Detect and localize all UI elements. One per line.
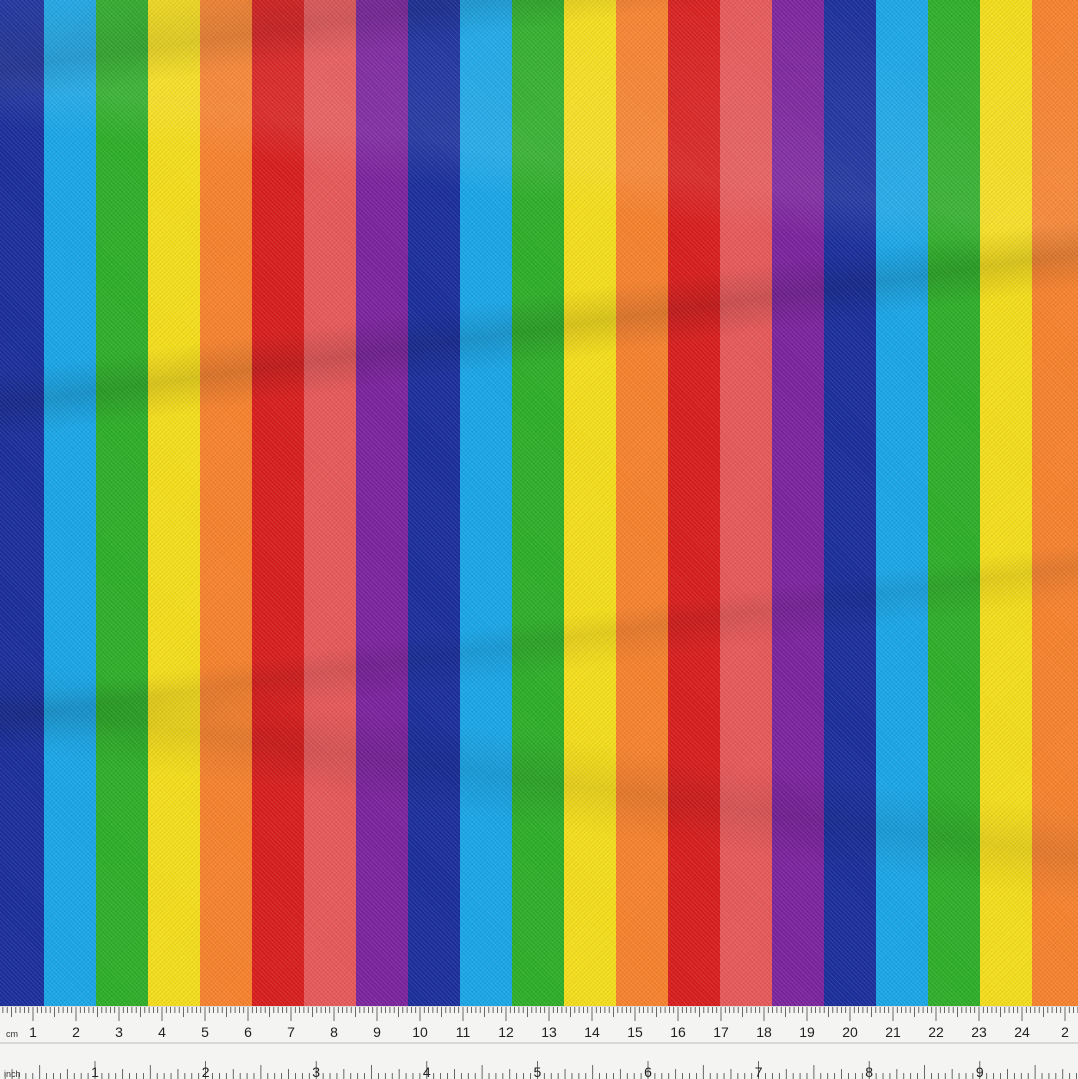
cm-mark-label: 20 xyxy=(842,1024,858,1040)
stripe xyxy=(304,0,356,1006)
cm-mark-label: 2 xyxy=(72,1024,80,1040)
cm-mark-label: 5 xyxy=(201,1024,209,1040)
stripe xyxy=(564,0,616,1006)
stripe xyxy=(96,0,148,1006)
cm-mark-label: 6 xyxy=(244,1024,252,1040)
stripe xyxy=(720,0,772,1006)
stripe xyxy=(928,0,980,1006)
cm-mark-label: 10 xyxy=(412,1024,428,1040)
stripe xyxy=(408,0,460,1006)
cm-scale: 1 2 3 4 5 6 7 8 9 10 11 12 13 14 15 16 17 18 19 20 21 22 23 24 2 xyxy=(0,1007,1078,1044)
cm-mark-label: 17 xyxy=(713,1024,729,1040)
stripe xyxy=(668,0,720,1006)
stripe xyxy=(252,0,304,1006)
cm-mark-label: 11 xyxy=(456,1024,471,1040)
cm-mark-label: 19 xyxy=(799,1024,815,1040)
cm-mark-label: 24 xyxy=(1014,1024,1030,1040)
ruler-graphic: cm inch 1 2 3 4 5 6 7 8 9 10 11 12 13 14 15 16 17 18 19 20 2… xyxy=(0,1007,1078,1079)
cm-mark-label: 12 xyxy=(498,1024,514,1040)
inch-mark-label: 5 xyxy=(534,1064,542,1079)
inch-mark-label: 8 xyxy=(865,1064,873,1079)
inch-mark-label: 4 xyxy=(423,1064,431,1079)
cm-mark-label: 14 xyxy=(584,1024,600,1040)
cm-mark-label: 9 xyxy=(373,1024,381,1040)
cm-mark-label: 4 xyxy=(158,1024,166,1040)
rainbow-striped-fabric xyxy=(0,0,1078,1006)
stripe xyxy=(616,0,668,1006)
inch-mark-label: 7 xyxy=(755,1064,763,1079)
stripe xyxy=(876,0,928,1006)
cm-mark-label: 15 xyxy=(627,1024,643,1040)
stripe xyxy=(772,0,824,1006)
cm-mark-label: 1 xyxy=(29,1024,37,1040)
stripe xyxy=(824,0,876,1006)
inch-mark-label: 2 xyxy=(202,1064,210,1079)
cm-mark-label: 16 xyxy=(670,1024,686,1040)
cm-mark-label: 3 xyxy=(115,1024,123,1040)
stripe xyxy=(44,0,96,1006)
measuring-ruler: cm inch 1 2 3 4 5 6 7 8 9 10 11 12 13 14 15 16 17 18 19 20 2… xyxy=(0,1006,1078,1079)
inch-mark-label: 6 xyxy=(644,1064,652,1079)
inch-mark-label: 1 xyxy=(91,1064,99,1079)
stripe xyxy=(980,0,1032,1006)
stripe xyxy=(1032,0,1078,1006)
cm-mark-label: 2 xyxy=(1061,1024,1069,1040)
stripe xyxy=(460,0,512,1006)
stripe xyxy=(148,0,200,1006)
cm-mark-label: 23 xyxy=(971,1024,987,1040)
inch-scale: 1234567891 xyxy=(4,1061,1077,1079)
cm-mark-label: 13 xyxy=(541,1024,557,1040)
stripe xyxy=(200,0,252,1006)
stripe xyxy=(512,0,564,1006)
stripe xyxy=(0,0,44,1006)
stripe-pattern xyxy=(0,0,1078,1006)
inch-mark-label: 9 xyxy=(976,1064,984,1079)
cm-mark-label: 8 xyxy=(330,1024,338,1040)
cm-mark-label: 22 xyxy=(928,1024,944,1040)
cm-unit-label: cm xyxy=(6,1029,18,1039)
cm-mark-label: 21 xyxy=(885,1024,901,1040)
cm-mark-label: 7 xyxy=(287,1024,295,1040)
cm-mark-label: 18 xyxy=(756,1024,772,1040)
inch-mark-label: 3 xyxy=(312,1064,320,1079)
stripe xyxy=(356,0,408,1006)
